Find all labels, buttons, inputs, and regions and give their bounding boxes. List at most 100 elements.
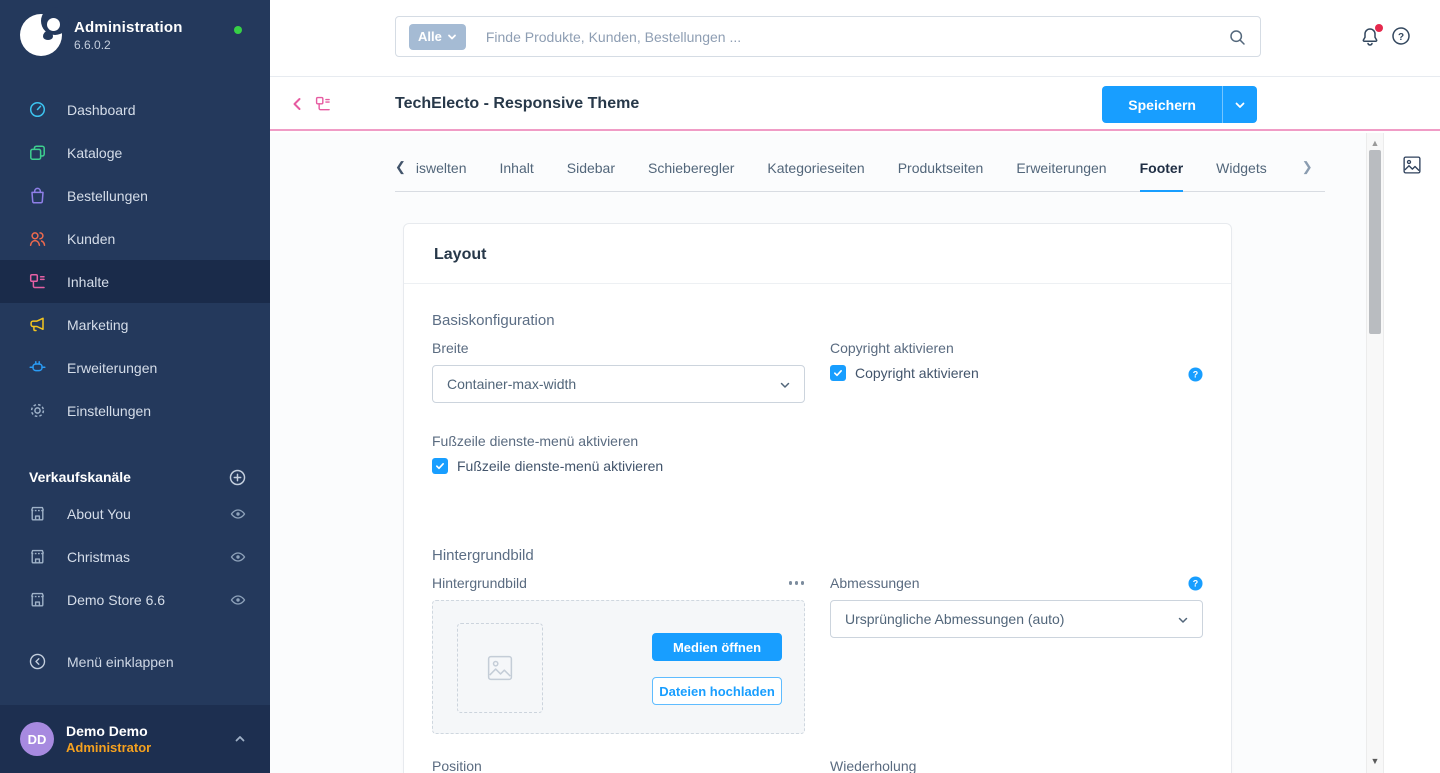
chevron-down-icon	[447, 32, 457, 42]
storefront-icon	[29, 548, 46, 565]
collapse-menu-button[interactable]: Menü einklappen	[0, 640, 270, 683]
tab-inhalt[interactable]: Inhalt	[500, 160, 534, 191]
sidebar-item-einstellungen[interactable]: Einstellungen	[0, 389, 270, 432]
sales-channel-label: Demo Store 6.6	[67, 592, 209, 608]
footer-service-checkbox[interactable]	[432, 458, 448, 474]
copyright-checkbox[interactable]	[830, 365, 846, 381]
theme-image-icon[interactable]	[1403, 156, 1421, 174]
help-icon[interactable]: ?	[1188, 576, 1203, 591]
svg-text:?: ?	[1193, 578, 1198, 588]
search-icon	[1229, 29, 1246, 46]
tab-erlebniswelten[interactable]: iswelten	[416, 160, 467, 191]
sales-channels-title: Verkaufskanäle	[29, 469, 229, 485]
abmessungen-select[interactable]: Ursprüngliche Abmessungen (auto)	[830, 600, 1203, 638]
sales-channel-demo-store[interactable]: Demo Store 6.6	[0, 578, 270, 621]
tab-widgets[interactable]: Widgets	[1216, 160, 1267, 191]
sales-channel-christmas[interactable]: Christmas	[0, 535, 270, 578]
user-menu[interactable]: DD Demo Demo Administrator	[0, 705, 270, 773]
shopware-logo	[20, 14, 62, 56]
copyright-checkbox-label: Copyright aktivieren	[855, 365, 979, 381]
app-title: Administration	[74, 19, 183, 36]
scroll-up-arrow[interactable]: ▲	[1367, 139, 1383, 148]
footer-service-checkbox-label: Fußzeile dienste-menü aktivieren	[457, 458, 663, 474]
avatar: DD	[20, 722, 54, 756]
abmessungen-select-value: Ursprüngliche Abmessungen (auto)	[845, 611, 1064, 627]
theme-preview-panel	[1384, 133, 1440, 773]
collapse-circle-icon	[29, 653, 46, 670]
chevron-down-icon	[779, 379, 791, 391]
sales-channel-label: About You	[67, 506, 209, 522]
sidebar-menu: Dashboard Kataloge Bestellungen Kunden I…	[0, 88, 270, 432]
svg-text:?: ?	[1398, 32, 1404, 43]
sidebar-item-label: Bestellungen	[67, 188, 148, 204]
sidebar-item-label: Kataloge	[67, 145, 122, 161]
sidebar-item-label: Einstellungen	[67, 403, 151, 419]
media-upload-dropzone[interactable]: Medien öffnen Dateien hochladen	[432, 600, 805, 734]
sales-channel-about-you[interactable]: About You	[0, 492, 270, 535]
chevron-up-icon	[234, 733, 246, 745]
search-scope-dropdown[interactable]: Alle	[409, 24, 466, 50]
storefront-icon	[29, 505, 46, 522]
context-menu-button[interactable]	[788, 578, 806, 588]
hintergrundbild-label: Hintergrundbild	[432, 575, 527, 591]
eye-icon[interactable]	[230, 506, 246, 522]
search-scope-label: Alle	[418, 29, 442, 44]
tabs-scroll-left-button[interactable]: ❮	[395, 159, 406, 191]
sidebar-item-label: Marketing	[67, 317, 128, 333]
tab-footer[interactable]: Footer	[1140, 160, 1184, 192]
notifications-button[interactable]	[1360, 26, 1382, 48]
save-options-button[interactable]	[1222, 86, 1257, 123]
sidebar-item-kataloge[interactable]: Kataloge	[0, 131, 270, 174]
tab-sidebar[interactable]: Sidebar	[567, 160, 615, 191]
copyright-label: Copyright aktivieren	[830, 340, 1203, 356]
scroll-down-arrow[interactable]: ▼	[1367, 757, 1383, 766]
sidebar-item-inhalte[interactable]: Inhalte	[0, 260, 270, 303]
upload-files-button[interactable]: Dateien hochladen	[652, 677, 782, 705]
sidebar-item-dashboard[interactable]: Dashboard	[0, 88, 270, 131]
status-dot	[234, 26, 242, 34]
theme-config-content: ❮ iswelten Inhalt Sidebar Schieberegler …	[270, 133, 1366, 773]
user-role: Administrator	[66, 740, 222, 755]
abmessungen-label: Abmessungen	[830, 575, 920, 591]
help-icon[interactable]: ?	[1188, 367, 1203, 382]
tab-schieberegler[interactable]: Schieberegler	[648, 160, 734, 191]
smartbar: TechElecto - Responsive Theme Speichern	[270, 78, 1440, 131]
collapse-menu-label: Menü einklappen	[67, 654, 174, 670]
eye-icon[interactable]	[230, 592, 246, 608]
tab-erweiterungen[interactable]: Erweiterungen	[1016, 160, 1106, 191]
sidebar-item-marketing[interactable]: Marketing	[0, 303, 270, 346]
app-version: 6.6.0.2	[74, 38, 183, 52]
global-search[interactable]: Alle	[395, 16, 1261, 57]
save-button[interactable]: Speichern	[1102, 86, 1222, 123]
notification-badge	[1375, 24, 1383, 32]
open-media-button[interactable]: Medien öffnen	[652, 633, 782, 661]
sidebar-header: Administration 6.6.0.2	[0, 0, 270, 70]
save-split-button: Speichern	[1102, 86, 1257, 123]
user-name: Demo Demo	[66, 723, 222, 739]
vertical-scrollbar[interactable]: ▲ ▼	[1366, 133, 1384, 773]
card-header: Layout	[404, 224, 1231, 284]
content-icon	[29, 273, 46, 290]
chevron-down-icon	[1177, 614, 1189, 626]
back-button[interactable]	[290, 96, 305, 112]
search-input[interactable]	[486, 29, 1216, 45]
eye-icon[interactable]	[230, 549, 246, 565]
sidebar-item-label: Erweiterungen	[67, 360, 157, 376]
tab-produktseiten[interactable]: Produktseiten	[898, 160, 984, 191]
section-title-basiskonfiguration: Basiskonfiguration	[432, 312, 1203, 329]
add-sales-channel-button[interactable]	[229, 469, 246, 486]
sidebar-item-kunden[interactable]: Kunden	[0, 217, 270, 260]
sidebar-item-label: Dashboard	[67, 102, 136, 118]
sales-channel-label: Christmas	[67, 549, 209, 565]
tab-kategorieseiten[interactable]: Kategorieseiten	[767, 160, 864, 191]
tabs-scroll-right-button[interactable]: ❯	[1302, 159, 1313, 191]
help-button[interactable]: ?	[1391, 26, 1413, 48]
settings-icon	[29, 402, 46, 419]
breite-select[interactable]: Container-max-width	[432, 365, 805, 403]
content-module-icon	[315, 96, 331, 112]
sidebar-item-bestellungen[interactable]: Bestellungen	[0, 174, 270, 217]
sidebar-item-erweiterungen[interactable]: Erweiterungen	[0, 346, 270, 389]
tabbar: ❮ iswelten Inhalt Sidebar Schieberegler …	[395, 133, 1325, 192]
scrollbar-thumb[interactable]	[1369, 150, 1381, 334]
sidebar-item-label: Inhalte	[67, 274, 109, 290]
